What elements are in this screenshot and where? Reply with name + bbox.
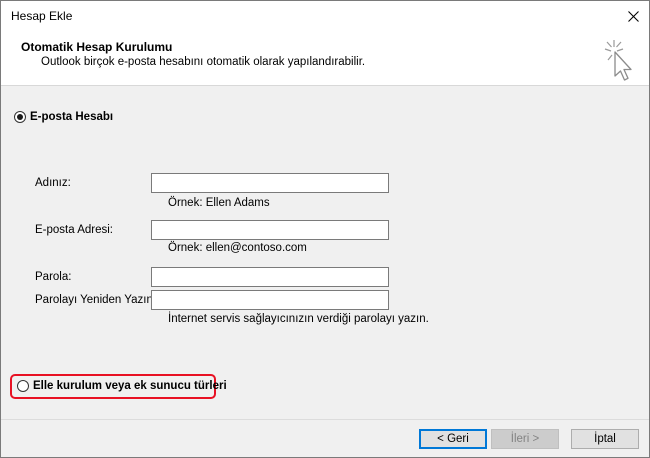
password-confirm-input[interactable] xyxy=(151,290,389,310)
password-input[interactable] xyxy=(151,267,389,287)
manual-setup-label: Elle kurulum veya ek sunucu türleri xyxy=(33,380,227,392)
close-icon xyxy=(627,10,639,22)
radio-unselected-indicator xyxy=(17,380,29,392)
email-hint: Örnek: ellen@contoso.com xyxy=(168,242,307,254)
password-label: Parola: xyxy=(35,271,72,283)
name-hint: Örnek: Ellen Adams xyxy=(168,197,270,209)
page-title: Otomatik Hesap Kurulumu xyxy=(21,40,173,54)
next-button[interactable]: İleri > xyxy=(491,429,559,449)
email-address-label: E-posta Adresi: xyxy=(35,224,113,236)
email-account-radio[interactable]: E-posta Hesabı xyxy=(14,111,113,123)
email-account-label: E-posta Hesabı xyxy=(30,111,114,123)
email-address-input[interactable] xyxy=(151,220,389,240)
name-label: Adınız: xyxy=(35,177,71,189)
password-confirm-label: Parolayı Yeniden Yazın: xyxy=(35,294,157,306)
name-input[interactable] xyxy=(151,173,389,193)
cancel-button[interactable]: İptal xyxy=(571,429,639,449)
radio-selected-indicator xyxy=(14,111,26,123)
title-bar: Hesap Ekle xyxy=(1,1,649,31)
auto-setup-cursor-icon xyxy=(604,40,632,81)
wizard-header: Otomatik Hesap Kurulumu Outlook birçok e… xyxy=(1,31,649,86)
window-title: Hesap Ekle xyxy=(11,9,73,23)
add-account-dialog: Hesap Ekle Otomatik Hesap Kurulumu Outlo… xyxy=(0,0,650,458)
page-subtitle: Outlook birçok e-posta hesabını otomatik… xyxy=(41,56,366,68)
close-button[interactable] xyxy=(617,1,649,31)
manual-setup-radio[interactable]: Elle kurulum veya ek sunucu türleri xyxy=(17,380,227,392)
footer-separator xyxy=(1,419,649,420)
back-button[interactable]: < Geri xyxy=(419,429,487,449)
password-hint: İnternet servis sağlayıcınızın verdiği p… xyxy=(168,313,429,325)
